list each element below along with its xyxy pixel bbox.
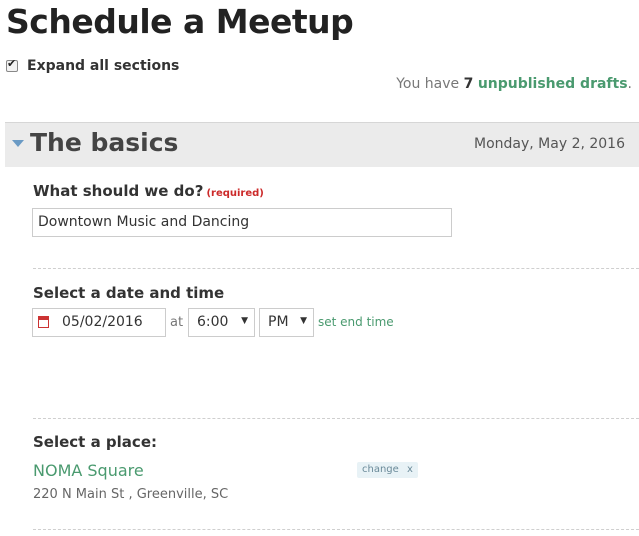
drafts-suffix: .: [627, 76, 632, 92]
chevron-down-icon: ▼: [241, 316, 248, 326]
section-date: Monday, May 2, 2016: [474, 136, 625, 152]
ampm-select[interactable]: PM ▼: [259, 308, 314, 337]
time-value: 6:00: [197, 314, 229, 330]
divider: [33, 268, 639, 269]
set-end-time-link[interactable]: set end time: [318, 315, 394, 329]
remove-place-button[interactable]: x: [402, 462, 418, 478]
divider: [33, 418, 639, 419]
page-title: Schedule a Meetup: [6, 2, 354, 41]
date-input[interactable]: 05/02/2016: [32, 308, 166, 337]
expand-all-label: Expand all sections: [27, 58, 180, 74]
required-marker: (required): [206, 188, 264, 199]
expand-all-toggle[interactable]: Expand all sections: [6, 57, 179, 75]
place-label: Select a place:: [33, 433, 157, 451]
divider: [33, 529, 639, 530]
section-title: The basics: [30, 128, 179, 157]
place-address: 220 N Main St , Greenville, SC: [33, 487, 229, 502]
ampm-value: PM: [268, 314, 289, 330]
at-label: at: [170, 315, 184, 330]
drafts-notice: You have 7 unpublished drafts.: [396, 76, 632, 92]
unpublished-drafts-link[interactable]: unpublished drafts: [478, 76, 628, 92]
expand-all-checkbox[interactable]: [6, 57, 18, 72]
chevron-down-icon: ▼: [300, 316, 307, 326]
datetime-label: Select a date and time: [33, 284, 225, 302]
what-label: What should we do? (required): [33, 182, 264, 200]
triangle-down-icon[interactable]: [12, 140, 24, 147]
time-select[interactable]: 6:00 ▼: [188, 308, 255, 337]
change-place-button[interactable]: change: [357, 462, 404, 478]
drafts-count: 7: [463, 76, 474, 92]
place-name-link[interactable]: NOMA Square: [33, 461, 144, 480]
meetup-name-input[interactable]: Downtown Music and Dancing: [32, 208, 452, 237]
calendar-icon[interactable]: [38, 316, 49, 328]
what-label-text: What should we do?: [33, 182, 204, 200]
section-header-basics[interactable]: The basics Monday, May 2, 2016: [5, 122, 639, 167]
date-value: 05/02/2016: [62, 314, 143, 330]
drafts-prefix: You have: [396, 76, 460, 92]
